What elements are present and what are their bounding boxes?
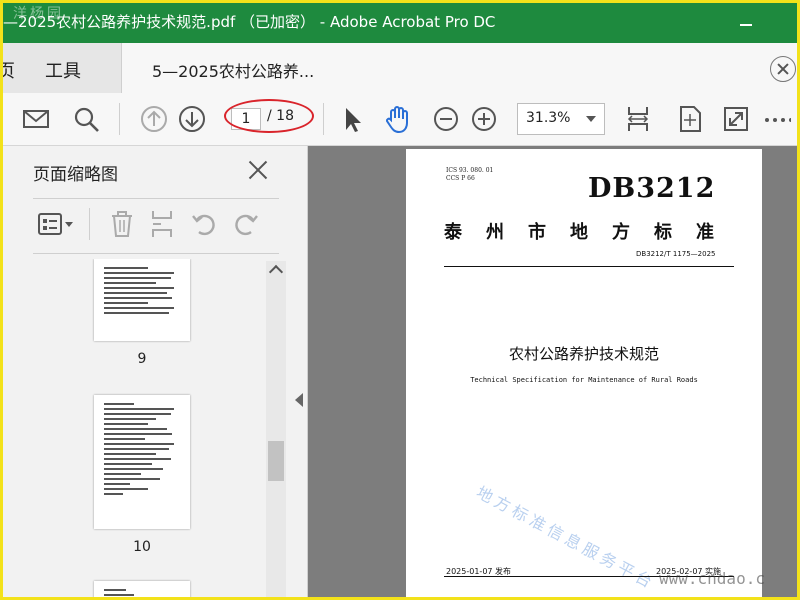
- rotate-right-icon[interactable]: [231, 208, 261, 240]
- tab-home[interactable]: 页: [3, 57, 15, 83]
- more-options-icon[interactable]: [761, 104, 791, 134]
- toolbar-separator: [119, 103, 120, 135]
- panel-close-icon[interactable]: [246, 158, 270, 182]
- rotate-left-icon[interactable]: [189, 208, 219, 240]
- thumbnail-list: 9 10: [3, 259, 265, 597]
- page-thumbnail-9[interactable]: [94, 259, 190, 341]
- trash-icon[interactable]: [107, 208, 137, 240]
- next-page-icon[interactable]: [177, 104, 207, 134]
- tab-tools[interactable]: 工具: [45, 57, 81, 83]
- standard-code: DB3212: [588, 173, 716, 204]
- email-icon[interactable]: [21, 104, 51, 134]
- page-thumbnail-11[interactable]: [94, 581, 190, 597]
- scroll-up-icon[interactable]: [268, 264, 284, 280]
- thumbnail-label: 9: [137, 351, 147, 367]
- pdf-page: ICS 93. 080. 01 CCS P 66 DB3212 泰州市地方标准 …: [406, 149, 762, 597]
- standard-number: DB3212/T 1175—2025: [636, 250, 716, 258]
- app-window: 洋杨园 —2025农村公路养护技术规范.pdf （已加密） - Adobe Ac…: [0, 0, 800, 600]
- thumbnail-scrollbar[interactable]: [266, 261, 286, 597]
- zoom-out-icon[interactable]: [431, 104, 461, 134]
- page-thumbnail-10[interactable]: [94, 395, 190, 529]
- ccs-line: CCS P 66: [446, 175, 475, 182]
- select-cursor-icon[interactable]: [337, 104, 367, 134]
- full-screen-icon[interactable]: [721, 104, 751, 134]
- thumbnail-options-icon[interactable]: [37, 208, 77, 240]
- search-icon[interactable]: [71, 104, 101, 134]
- toolbar-separator: [323, 103, 324, 135]
- tab-close-icon[interactable]: [770, 56, 796, 82]
- previous-page-icon[interactable]: [139, 104, 169, 134]
- panel-toolbar-separator: [89, 208, 90, 240]
- thumbnail-panel: 页面缩略图 9 10: [3, 146, 308, 597]
- tab-document-label: 5—2025农村公路养...: [152, 62, 315, 81]
- chevron-down-icon: [586, 116, 596, 122]
- document-title-en: Technical Specification for Maintenance …: [470, 376, 698, 384]
- thumbnail-label: 10: [133, 539, 151, 555]
- document-title-cn: 农村公路养护技术规范: [508, 345, 659, 363]
- toolbar: 1 / 18 31.3%: [3, 93, 797, 146]
- hand-tool-icon[interactable]: [383, 104, 413, 134]
- fit-width-icon[interactable]: [623, 104, 653, 134]
- document-view[interactable]: ICS 93. 080. 01 CCS P 66 DB3212 泰州市地方标准 …: [308, 146, 797, 597]
- highlight-oval: [224, 99, 314, 133]
- site-watermark: www.cndao.c: [659, 569, 765, 588]
- header-rule: [444, 266, 734, 267]
- panel-title: 页面缩略图: [33, 165, 118, 185]
- panel-divider: [33, 198, 279, 199]
- insert-page-icon[interactable]: [147, 208, 177, 240]
- collapse-panel-icon[interactable]: [295, 393, 303, 407]
- minimize-button[interactable]: [731, 7, 761, 37]
- zoom-in-icon[interactable]: [469, 104, 499, 134]
- ics-line: ICS 93. 080. 01: [446, 167, 494, 174]
- ics-code: ICS 93. 080. 01 CCS P 66: [446, 167, 493, 183]
- tab-document[interactable]: 5—2025农村公路养...: [121, 43, 797, 93]
- scrollbar-thumb[interactable]: [268, 441, 284, 481]
- tab-bar: 页 工具 5—2025农村公路养...: [3, 43, 797, 94]
- zoom-dropdown[interactable]: 31.3%: [517, 103, 605, 135]
- standard-type: 泰州市地方标准: [444, 222, 738, 243]
- title-bar: 洋杨园 —2025农村公路养护技术规范.pdf （已加密） - Adobe Ac…: [3, 3, 797, 43]
- zoom-value: 31.3%: [526, 110, 571, 126]
- fit-page-icon[interactable]: [675, 104, 705, 134]
- panel-divider: [33, 253, 279, 254]
- window-title: —2025农村公路养护技术规范.pdf （已加密） - Adobe Acroba…: [3, 13, 496, 31]
